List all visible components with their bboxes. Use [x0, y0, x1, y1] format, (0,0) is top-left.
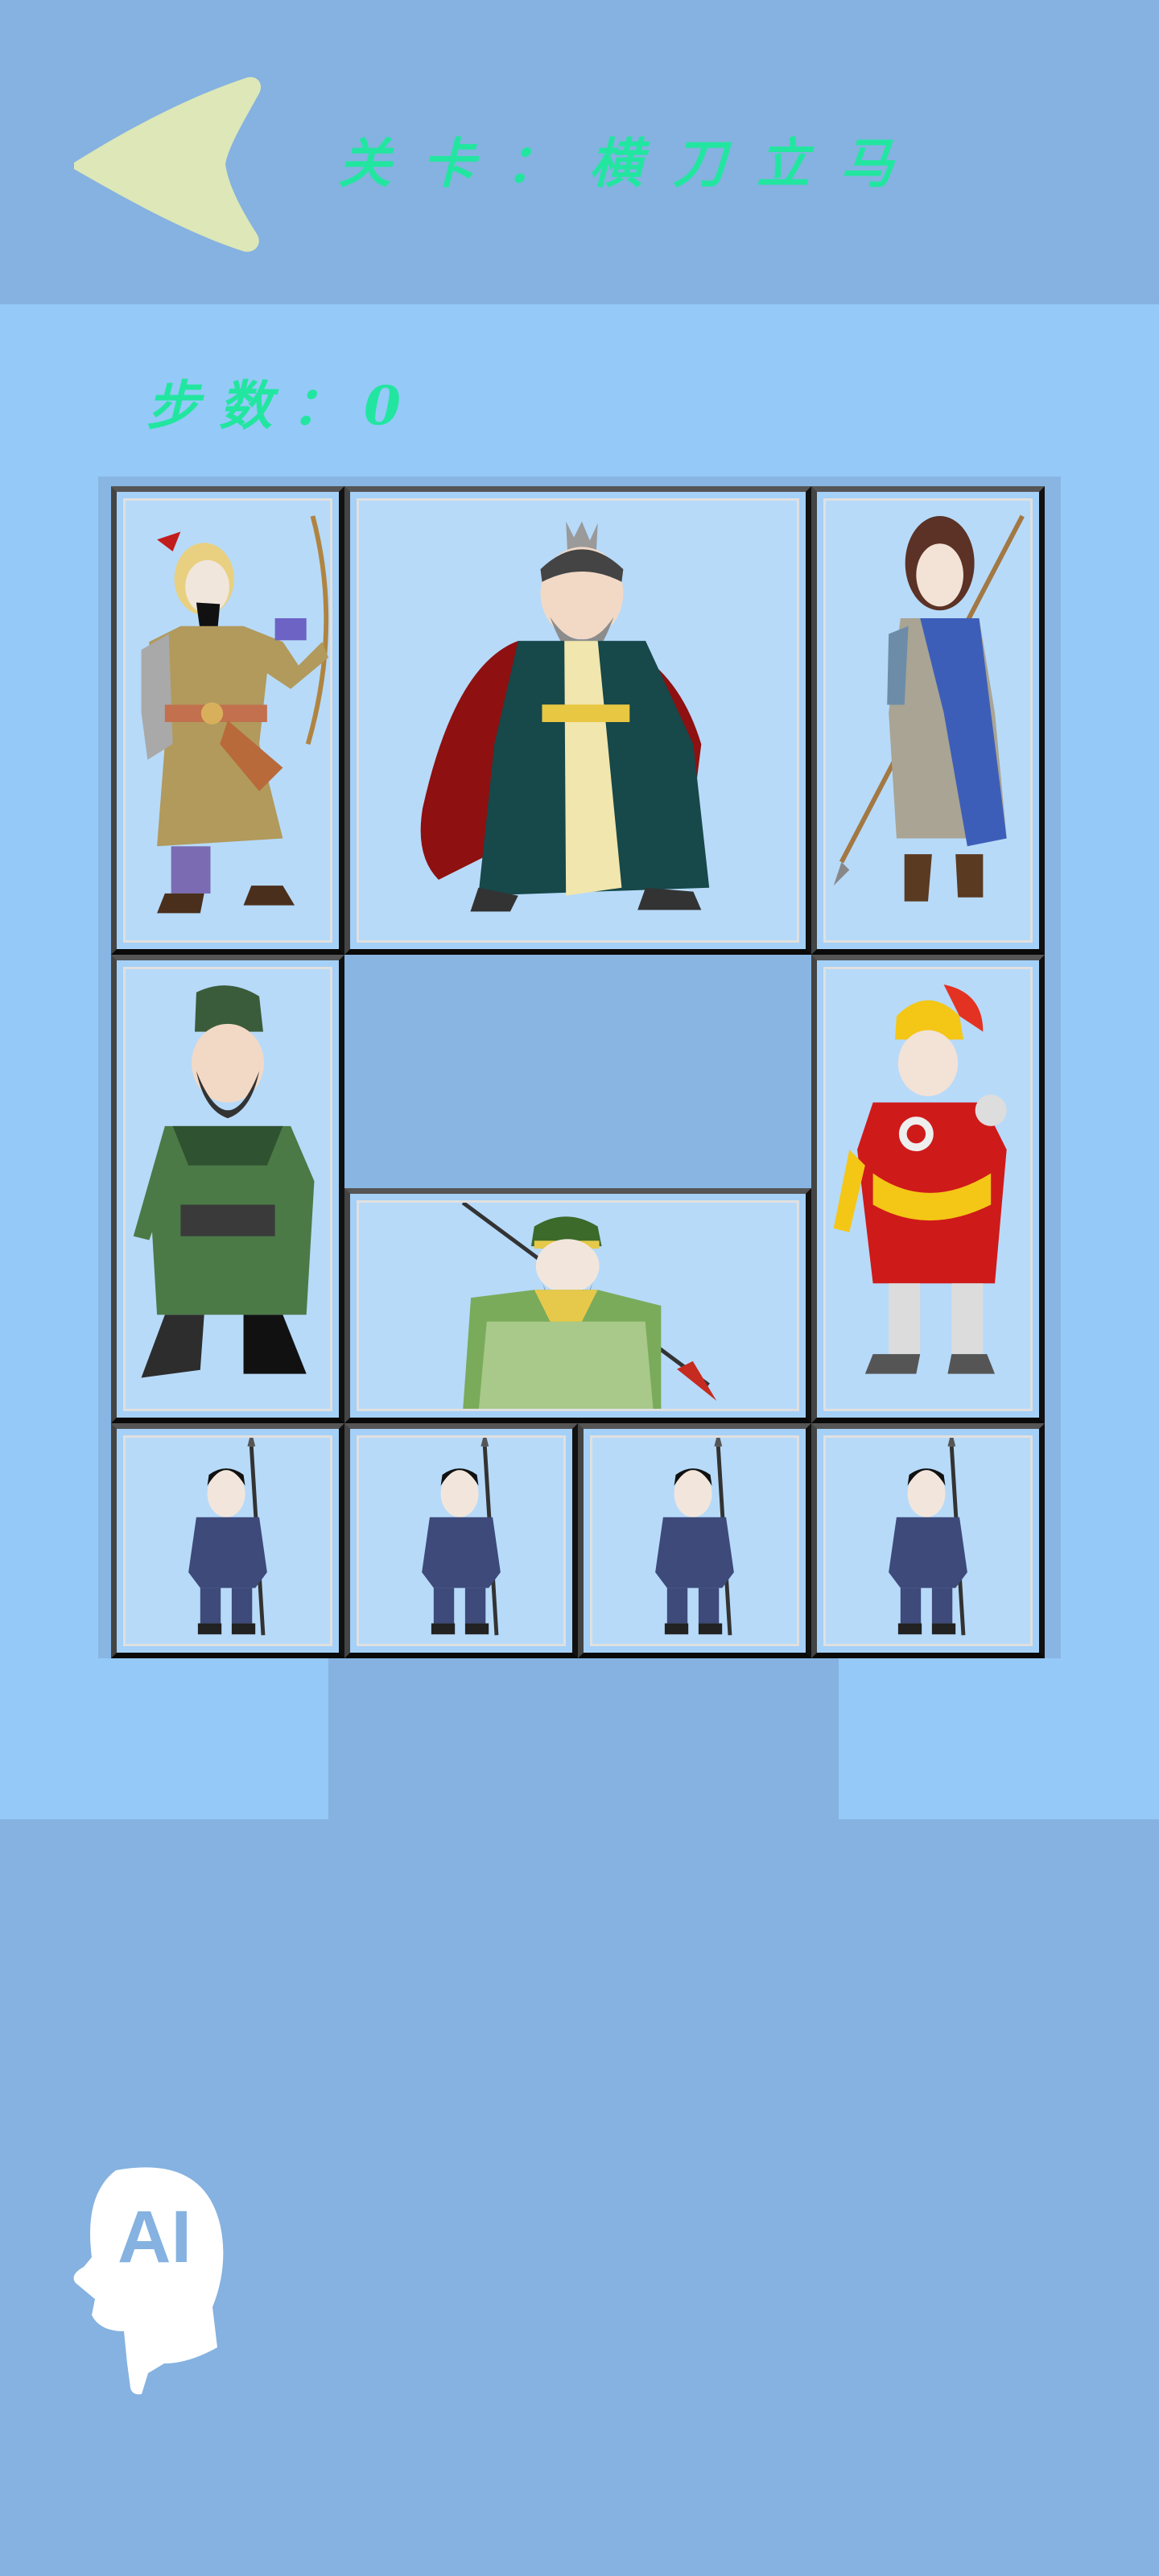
level-label: 关卡： [338, 132, 589, 195]
level-name: 横刀立马 [589, 132, 924, 195]
zhangfei-portrait [123, 967, 332, 1411]
steps-value: 0 [364, 374, 420, 437]
piece-soldier-1[interactable] [111, 1423, 344, 1658]
caocao-portrait [357, 498, 799, 943]
piece-soldier-3[interactable] [578, 1423, 811, 1658]
steps-label: 步数： [146, 374, 364, 437]
piece-machao[interactable] [811, 486, 1045, 955]
piece-zhaoyun[interactable] [811, 955, 1045, 1423]
step-counter: 步数：0 [146, 365, 420, 446]
piece-zhangfei[interactable] [111, 955, 344, 1423]
huangzhong-portrait [123, 498, 332, 943]
soldier-portrait [823, 1435, 1033, 1646]
machao-portrait [823, 498, 1033, 943]
ai-hint-button[interactable]: AI [68, 2162, 229, 2396]
piece-caocao[interactable] [344, 486, 811, 955]
guanyu-portrait [357, 1200, 799, 1411]
soldier-portrait [590, 1435, 799, 1646]
ai-head-icon: AI [73, 2167, 224, 2395]
soldier-portrait [123, 1435, 332, 1646]
soldier-portrait [357, 1435, 566, 1646]
puzzle-board [98, 477, 1061, 1658]
zhaoyun-portrait [823, 967, 1033, 1411]
ai-label: AI [118, 2196, 192, 2278]
piece-soldier-4[interactable] [811, 1423, 1045, 1658]
piece-soldier-2[interactable] [344, 1423, 578, 1658]
exit-gap [328, 1658, 839, 1819]
level-title: 关卡：横刀立马 [338, 127, 924, 200]
back-arrow-icon [74, 76, 262, 252]
piece-huangzhong[interactable] [111, 486, 344, 955]
piece-guanyu[interactable] [344, 1188, 811, 1423]
back-button[interactable] [71, 74, 264, 256]
